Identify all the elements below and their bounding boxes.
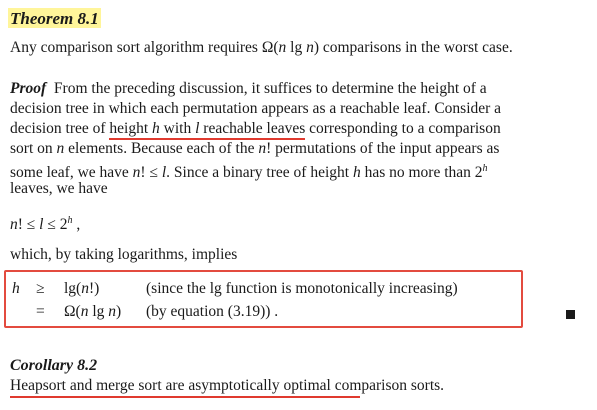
proof-line-6: leaves, we have — [10, 180, 108, 198]
row2-note: (by equation (3.19)) . — [146, 303, 279, 320]
proof-label: Proof — [10, 80, 47, 97]
theorem-statement-post: comparisons in the worst case. — [319, 39, 513, 56]
row1-note: (since the lg function is monotonically … — [146, 280, 458, 297]
theorem-bound: Ω(n lg n) — [261, 39, 319, 56]
theorem-statement-pre: Any comparison sort algorithm requires — [10, 39, 262, 56]
inequality: n! ≤ l ≤ 2h , — [10, 215, 81, 234]
theorem-statement: Any comparison sort algorithm requires Ω… — [10, 39, 513, 57]
corollary-underline — [10, 396, 360, 398]
proof-line-2: decision tree in which each permutation … — [10, 100, 501, 118]
row2-rel: = — [36, 303, 45, 320]
theorem-heading-text: Theorem 8.1 — [8, 8, 101, 28]
corollary-heading: Corollary 8.2 — [10, 356, 97, 376]
row1-rhs: lg(n!) — [64, 280, 100, 297]
row1-rel: ≥ — [36, 280, 45, 297]
proof-line-4: sort on n elements. Because each of the … — [10, 140, 500, 157]
corollary-heading-text: Corollary 8.2 — [10, 357, 98, 374]
proof-line-1: Proof From the preceding discussion, it … — [10, 80, 487, 98]
proof-line-5: some leaf, we have n! ≤ l. Since a binar… — [10, 163, 488, 182]
theorem-heading: Theorem 8.1 — [8, 8, 101, 31]
underlined-phrase: height h with l reachable leaves — [109, 120, 306, 140]
proof-text-3-post: corresponding to a comparison — [305, 120, 501, 137]
proof-text-1: From the preceding discussion, it suffic… — [53, 80, 487, 97]
corollary-statement-text: Heapsort and merge sort are asymptotical… — [10, 377, 445, 394]
proof-line-3: decision tree of height h with l reachab… — [10, 120, 501, 140]
proof-text-2: decision tree in which each permutation … — [10, 100, 502, 117]
corollary-statement: Heapsort and merge sort are asymptotical… — [10, 377, 444, 395]
which-text: which, by taking logarithms, implies — [10, 246, 238, 263]
proof-text-6: leaves, we have — [10, 180, 108, 197]
which-line: which, by taking logarithms, implies — [10, 246, 237, 264]
row2-rhs: Ω(n lg n) — [64, 303, 122, 320]
row1-lhs: h — [12, 280, 20, 297]
proof-text-3-pre: decision tree of — [10, 120, 110, 137]
qed-square — [566, 310, 575, 319]
